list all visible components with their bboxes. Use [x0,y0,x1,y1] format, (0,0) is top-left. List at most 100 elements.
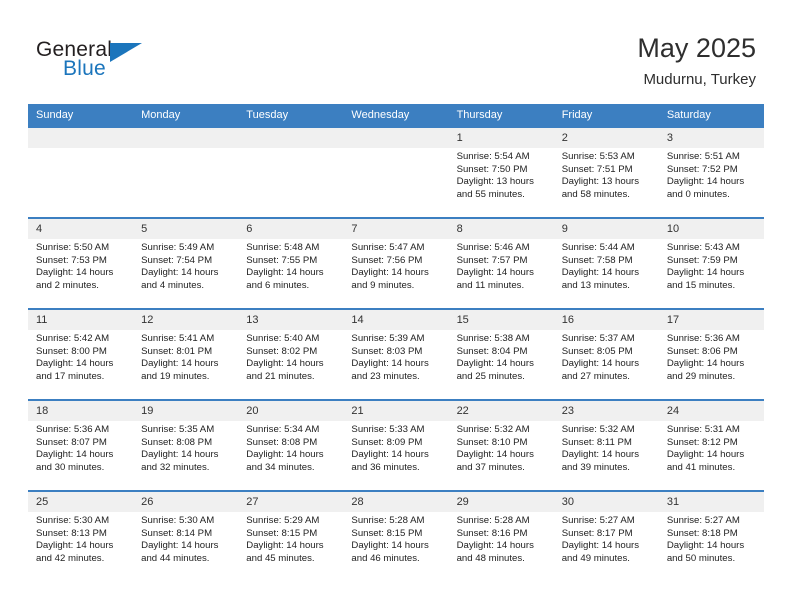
calendar-day-cell[interactable]: 26 Sunrise: 5:30 AM Sunset: 8:14 PM Dayligh… [133,490,239,581]
sunset-text: Sunset: 8:03 PM [351,345,423,357]
calendar-day-cell[interactable]: 10 Sunrise: 5:43 AM Sunset: 7:59 PM Dayligh… [658,217,764,309]
triangle-logo-icon [110,43,142,62]
calendar-day-cell[interactable]: 8 Sunrise: 5:46 AM Sunset: 7:57 PM Daylight… [448,217,554,309]
calendar-day-cell[interactable]: 19 Sunrise: 5:35 AM Sunset: 8:08 PM Dayligh… [133,399,239,491]
day-number: 24 [658,401,764,421]
calendar-day-cell[interactable]: 9 Sunrise: 5:44 AM Sunset: 7:58 PM Daylight… [553,217,659,309]
calendar-day-cell[interactable]: 21 Sunrise: 5:33 AM Sunset: 8:09 PM Dayligh… [343,399,449,491]
calendar-day-cell[interactable]: 16 Sunrise: 5:37 AM Sunset: 8:05 PM Dayligh… [553,308,659,400]
calendar-day-cell[interactable]: 20 Sunrise: 5:34 AM Sunset: 8:08 PM Dayligh… [238,399,344,491]
sunset-text: Sunset: 8:12 PM [666,436,738,448]
day-number: 10 [658,219,764,239]
sunrise-text: Sunrise: 5:33 AM [351,424,425,435]
day-details: Sunrise: 5:49 AM Sunset: 7:54 PM Daylight:… [133,239,238,292]
day-number: 29 [448,492,554,512]
sunset-text: Sunset: 8:10 PM [456,436,528,448]
calendar-day-cell[interactable]: 22 Sunrise: 5:32 AM Sunset: 8:10 PM Dayligh… [448,399,554,491]
sunrise-text: Sunrise: 5:40 AM [246,333,320,344]
daylight-text: Daylight: 14 hours and 11 minutes. [456,267,534,291]
calendar-day-cell[interactable]: 12 Sunrise: 5:41 AM Sunset: 8:01 PM Dayligh… [133,308,239,400]
sunset-text: Sunset: 8:08 PM [141,436,213,448]
day-details: Sunrise: 5:51 AM Sunset: 7:52 PM Daylight:… [659,148,764,201]
calendar-day-cell[interactable]: 3 Sunrise: 5:51 AM Sunset: 7:52 PM Daylight… [658,126,764,218]
calendar-day-cell[interactable]: 17 Sunrise: 5:36 AM Sunset: 8:06 PM Dayligh… [658,308,764,400]
weekday-header-tuesday: Tuesday [238,104,344,127]
sunrise-text: Sunrise: 5:31 AM [666,424,740,435]
sunrise-text: Sunrise: 5:47 AM [351,242,425,253]
sunset-text: Sunset: 7:59 PM [666,254,738,266]
day-number: 11 [28,310,134,330]
calendar-week-row: 11 Sunrise: 5:42 AM Sunset: 8:00 PM Dayligh… [28,308,764,400]
sunset-text: Sunset: 8:09 PM [351,436,423,448]
sunset-text: Sunset: 8:16 PM [456,527,528,539]
day-number: 4 [28,219,134,239]
sunrise-text: Sunrise: 5:32 AM [561,424,635,435]
daylight-text: Daylight: 14 hours and 21 minutes. [246,358,324,382]
calendar-day-cell[interactable]: 27 Sunrise: 5:29 AM Sunset: 8:15 PM Dayligh… [238,490,344,581]
day-number: 30 [553,492,659,512]
calendar-day-cell[interactable]: 25 Sunrise: 5:30 AM Sunset: 8:13 PM Dayligh… [28,490,134,581]
sunrise-text: Sunrise: 5:51 AM [666,151,740,162]
day-details: Sunrise: 5:42 AM Sunset: 8:00 PM Daylight:… [28,330,133,383]
sunset-text: Sunset: 8:02 PM [246,345,318,357]
calendar-day-cell[interactable]: 24 Sunrise: 5:31 AM Sunset: 8:12 PM Dayligh… [658,399,764,491]
calendar-day-cell[interactable]: 11 Sunrise: 5:42 AM Sunset: 8:00 PM Dayligh… [28,308,134,400]
day-details: Sunrise: 5:46 AM Sunset: 7:57 PM Daylight:… [449,239,554,292]
day-number [343,128,449,148]
title-block: May 2025 Mudurnu, Turkey [637,32,756,89]
calendar-day-cell[interactable]: 31 Sunrise: 5:27 AM Sunset: 8:18 PM Dayligh… [658,490,764,581]
calendar-day-cell[interactable]: 28 Sunrise: 5:28 AM Sunset: 8:15 PM Dayligh… [343,490,449,581]
daylight-text: Daylight: 14 hours and 13 minutes. [561,267,640,291]
sunset-text: Sunset: 7:58 PM [561,254,633,266]
day-number: 13 [238,310,344,330]
calendar-day-cell[interactable]: 18 Sunrise: 5:36 AM Sunset: 8:07 PM Dayligh… [28,399,134,491]
daylight-text: Daylight: 14 hours and 49 minutes. [561,540,640,564]
sunrise-text: Sunrise: 5:54 AM [456,151,530,162]
calendar-day-cell[interactable]: 30 Sunrise: 5:27 AM Sunset: 8:17 PM Dayligh… [553,490,659,581]
sunset-text: Sunset: 8:01 PM [141,345,213,357]
daylight-text: Daylight: 14 hours and 39 minutes. [561,449,640,473]
calendar-day-cell[interactable]: 5 Sunrise: 5:49 AM Sunset: 7:54 PM Daylight… [133,217,239,309]
day-details: Sunrise: 5:34 AM Sunset: 8:08 PM Daylight:… [238,421,343,474]
calendar-day-cell[interactable]: 2 Sunrise: 5:53 AM Sunset: 7:51 PM Daylight… [553,126,659,218]
calendar-day-cell[interactable]: 14 Sunrise: 5:39 AM Sunset: 8:03 PM Dayligh… [343,308,449,400]
daylight-text: Daylight: 14 hours and 44 minutes. [141,540,219,564]
daylight-text: Daylight: 14 hours and 48 minutes. [456,540,534,564]
calendar-day-cell[interactable]: 1 Sunrise: 5:54 AM Sunset: 7:50 PM Daylight… [448,126,554,218]
day-details: Sunrise: 5:50 AM Sunset: 7:53 PM Daylight:… [28,239,133,292]
day-details: Sunrise: 5:37 AM Sunset: 8:05 PM Daylight:… [554,330,659,383]
sunset-text: Sunset: 8:18 PM [666,527,738,539]
day-details: Sunrise: 5:28 AM Sunset: 8:15 PM Daylight:… [343,512,448,565]
day-number: 14 [343,310,449,330]
day-details: Sunrise: 5:54 AM Sunset: 7:50 PM Daylight:… [449,148,554,201]
calendar-week-row: 1 Sunrise: 5:54 AM Sunset: 7:50 PM Daylight… [28,126,764,218]
sunset-text: Sunset: 7:55 PM [246,254,318,266]
general-blue-logo[interactable]: General Blue [36,38,166,86]
calendar-day-cell[interactable]: 23 Sunrise: 5:32 AM Sunset: 8:11 PM Dayligh… [553,399,659,491]
daylight-text: Daylight: 13 hours and 55 minutes. [456,176,534,200]
day-number: 9 [553,219,659,239]
day-details: Sunrise: 5:31 AM Sunset: 8:12 PM Daylight:… [659,421,764,474]
sunrise-text: Sunrise: 5:44 AM [561,242,635,253]
day-details: Sunrise: 5:39 AM Sunset: 8:03 PM Daylight:… [343,330,448,383]
calendar-day-cell[interactable]: 29 Sunrise: 5:28 AM Sunset: 8:16 PM Dayligh… [448,490,554,581]
calendar-day-cell[interactable]: 13 Sunrise: 5:40 AM Sunset: 8:02 PM Dayligh… [238,308,344,400]
daylight-text: Daylight: 14 hours and 6 minutes. [246,267,324,291]
sunrise-text: Sunrise: 5:43 AM [666,242,740,253]
sunset-text: Sunset: 8:07 PM [36,436,107,448]
calendar-day-cell[interactable]: 15 Sunrise: 5:38 AM Sunset: 8:04 PM Dayligh… [448,308,554,400]
daylight-text: Daylight: 14 hours and 30 minutes. [36,449,114,473]
day-details: Sunrise: 5:53 AM Sunset: 7:51 PM Daylight:… [554,148,659,201]
calendar-day-cell[interactable]: 6 Sunrise: 5:48 AM Sunset: 7:55 PM Daylight… [238,217,344,309]
calendar-week-row: 18 Sunrise: 5:36 AM Sunset: 8:07 PM Dayligh… [28,399,764,491]
sunset-text: Sunset: 8:06 PM [666,345,738,357]
day-number [238,128,344,148]
sunrise-text: Sunrise: 5:27 AM [666,515,740,526]
sunrise-text: Sunrise: 5:37 AM [561,333,635,344]
calendar-day-cell[interactable]: 7 Sunrise: 5:47 AM Sunset: 7:56 PM Daylight… [343,217,449,309]
day-number: 25 [28,492,134,512]
weekday-header-friday: Friday [553,104,659,127]
calendar-body: 1 Sunrise: 5:54 AM Sunset: 7:50 PM Daylight… [28,126,764,581]
sunset-text: Sunset: 7:56 PM [351,254,423,266]
calendar-day-cell[interactable]: 4 Sunrise: 5:50 AM Sunset: 7:53 PM Daylight… [28,217,134,309]
